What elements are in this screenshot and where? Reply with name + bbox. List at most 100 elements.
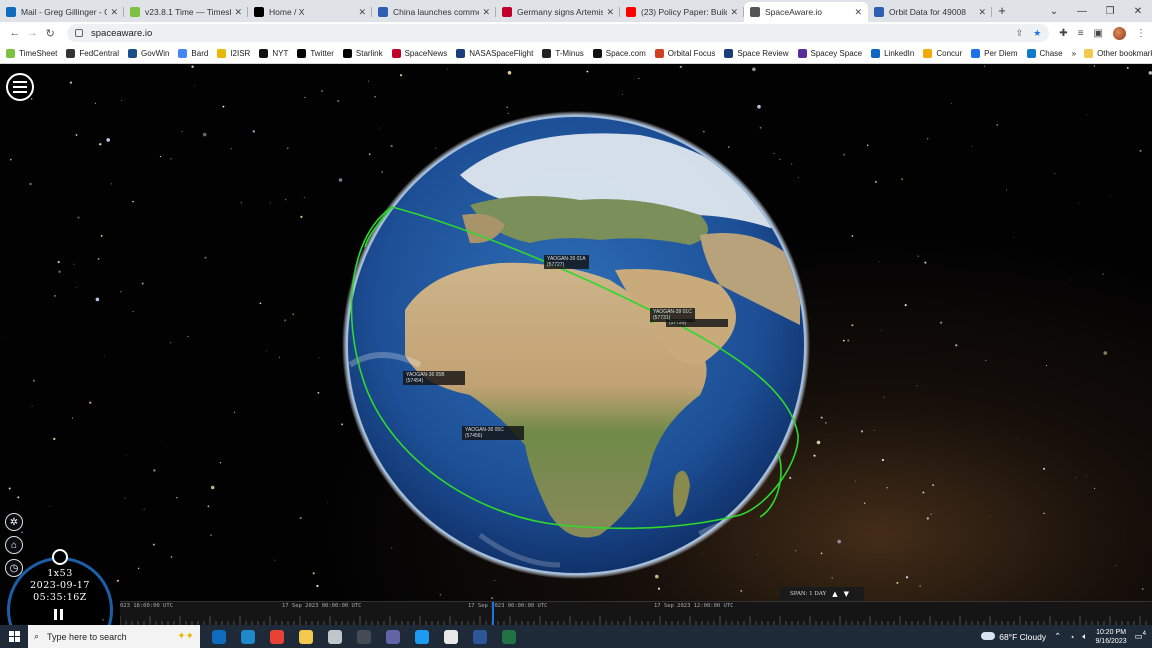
bookmark-item[interactable]: Space Review xyxy=(724,49,789,58)
bookmark-item[interactable]: NASASpaceFlight xyxy=(456,49,533,58)
bookmark-item[interactable]: Bard xyxy=(178,49,208,58)
taskbar-app-calculator[interactable] xyxy=(349,625,378,648)
browser-tab[interactable]: (23) Policy Paper: Building✕ xyxy=(620,2,744,22)
bookmark-item[interactable]: Starlink xyxy=(342,49,383,58)
start-button[interactable] xyxy=(0,625,28,648)
tab-close-icon[interactable]: ✕ xyxy=(978,7,986,18)
star xyxy=(985,360,987,361)
earth-globe[interactable] xyxy=(342,111,810,579)
menu-bar-icon xyxy=(13,86,27,88)
bookmark-item[interactable]: Concur xyxy=(923,49,962,58)
more-menu-icon[interactable]: ⋮ xyxy=(1136,28,1146,39)
omnibox[interactable]: spaceaware.io ⇪ ★ xyxy=(67,24,1050,42)
reading-list-icon[interactable]: ≡ xyxy=(1078,28,1084,39)
site-info-icon[interactable] xyxy=(75,29,84,37)
browser-tab[interactable]: China launches commercia✕ xyxy=(372,2,496,22)
network-icon[interactable]: ◔ xyxy=(1069,632,1074,642)
weather-widget[interactable]: 68°F Cloudy xyxy=(981,631,1046,642)
side-panel-icon[interactable]: ▣ xyxy=(1094,28,1103,39)
pause-button[interactable] xyxy=(54,609,66,620)
browser-tab[interactable]: Germany signs Artemis Ac✕ xyxy=(496,2,620,22)
bookmark-item[interactable]: Twitter xyxy=(297,49,334,58)
globe-viewport[interactable]: YAOGAN-39 01A (57727) (57729) YAOGAN-39 … xyxy=(0,65,1152,625)
bookmarks-overflow-icon[interactable]: » xyxy=(1072,49,1076,58)
star xyxy=(820,552,823,555)
bookmark-star-icon[interactable]: ★ xyxy=(1033,28,1041,39)
extensions-icon[interactable]: ✚ xyxy=(1059,28,1067,39)
bookmark-item[interactable]: LinkedIn xyxy=(871,49,914,58)
taskbar-app-teams[interactable] xyxy=(378,625,407,648)
bookmark-item[interactable]: Per Diem xyxy=(971,49,1018,58)
snagit-icon xyxy=(240,629,255,644)
profile-avatar[interactable] xyxy=(1112,26,1126,40)
bookmark-item[interactable]: I2ISR xyxy=(217,49,250,58)
tab-close-icon[interactable]: ✕ xyxy=(110,7,118,18)
share-icon[interactable]: ⇪ xyxy=(1016,28,1024,39)
star xyxy=(202,132,207,137)
star xyxy=(187,335,189,338)
time-dial-knob[interactable] xyxy=(52,549,68,565)
star xyxy=(1114,564,1116,566)
bookmark-item[interactable]: FedCentral xyxy=(66,49,119,58)
tab-close-icon[interactable]: ✕ xyxy=(482,7,490,18)
taskbar-app-excel[interactable] xyxy=(494,625,523,648)
taskbar-app-app-chat[interactable] xyxy=(436,625,465,648)
volume-icon[interactable]: 🔈︎ xyxy=(1082,631,1087,642)
back-button[interactable]: ← xyxy=(6,27,24,39)
windows-taskbar: ⌕ Type here to search ✦✦ 68°F Cloudy ⌃ ◔… xyxy=(0,625,1152,648)
satellite-label[interactable]: YAOGAN-36 05B (57454) xyxy=(403,371,465,385)
close-window-button[interactable]: ✕ xyxy=(1124,6,1152,17)
star xyxy=(926,517,929,520)
taskbar-search[interactable]: ⌕ Type here to search ✦✦ xyxy=(28,625,200,648)
satellite-label[interactable]: YAOGAN-36 05C (57456) xyxy=(462,426,524,440)
reload-button[interactable]: ↻ xyxy=(41,27,59,40)
bookmark-item[interactable]: Spacey Space xyxy=(797,49,862,58)
taskbar-app-app[interactable] xyxy=(320,625,349,648)
notification-icon[interactable]: ▭4 xyxy=(1135,631,1146,642)
taskbar-app-file-explorer[interactable] xyxy=(291,625,320,648)
browser-tab[interactable]: Mail - Greg Gillinger - Outl✕ xyxy=(0,2,124,22)
bookmark-item[interactable]: Space.com xyxy=(592,49,646,58)
taskbar-app-chrome[interactable] xyxy=(262,625,291,648)
browser-tab[interactable]: v23.8.1 Time — Timesheet✕ xyxy=(124,2,248,22)
tab-close-icon[interactable]: ✕ xyxy=(234,7,242,18)
browser-tab[interactable]: Orbit Data for 49008 ✕ xyxy=(868,2,992,22)
minimize-button[interactable]: — xyxy=(1068,6,1096,17)
taskbar-app-app-c[interactable] xyxy=(407,625,436,648)
tab-favicon-icon xyxy=(130,7,140,17)
new-tab-button[interactable]: + xyxy=(992,2,1012,22)
bookmark-item[interactable]: SpaceNews xyxy=(391,49,447,58)
taskbar-app-outlook[interactable] xyxy=(204,625,233,648)
span-increase-icon[interactable]: ▲ xyxy=(832,590,837,598)
satellite-label[interactable]: YAOGAN-39 01C (57731) xyxy=(650,308,695,322)
restore-button[interactable]: ❐ xyxy=(1096,6,1124,17)
bookmark-item[interactable]: Orbital Focus xyxy=(654,49,715,58)
timeline-bar[interactable]: 023 18:00:00 UTC 17 Sep 2023 00:00:00 UT… xyxy=(120,601,1152,625)
star xyxy=(1109,196,1111,198)
timeline-cursor[interactable] xyxy=(492,602,494,625)
bookmark-item[interactable]: TimeSheet xyxy=(6,49,57,58)
browser-tab[interactable]: SpaceAware.io ✕ xyxy=(744,2,868,22)
satellite-label[interactable]: YAOGAN-39 01A (57727) xyxy=(544,255,589,269)
tab-close-icon[interactable]: ✕ xyxy=(854,7,862,18)
tab-close-icon[interactable]: ✕ xyxy=(358,7,366,18)
other-bookmarks-folder[interactable]: Other bookmarks xyxy=(1084,49,1152,58)
browser-tab[interactable]: Home / X ✕ xyxy=(248,2,372,22)
taskbar-app-snagit[interactable] xyxy=(233,625,262,648)
satellite-icon[interactable]: ✲ xyxy=(5,513,23,531)
hamburger-menu-button[interactable] xyxy=(6,73,34,101)
tab-close-icon[interactable]: ✕ xyxy=(606,7,614,18)
forward-button[interactable]: → xyxy=(24,27,42,39)
chevron-down-icon[interactable]: ⌄ xyxy=(1040,6,1068,17)
tray-chevron-icon[interactable]: ⌃ xyxy=(1054,631,1061,642)
taskbar-app-word[interactable] xyxy=(465,625,494,648)
star xyxy=(586,70,589,73)
home-icon[interactable]: ⌂ xyxy=(5,536,23,554)
bookmark-item[interactable]: Chase xyxy=(1026,49,1063,58)
bookmark-item[interactable]: NYT xyxy=(259,49,288,58)
span-decrease-icon[interactable]: ▼ xyxy=(844,590,849,598)
bookmark-item[interactable]: T-Minus xyxy=(542,49,584,58)
system-clock[interactable]: 10:20 PM 9/16/2023 xyxy=(1095,628,1126,646)
tab-close-icon[interactable]: ✕ xyxy=(730,7,738,18)
bookmark-item[interactable]: GovWin xyxy=(127,49,169,58)
